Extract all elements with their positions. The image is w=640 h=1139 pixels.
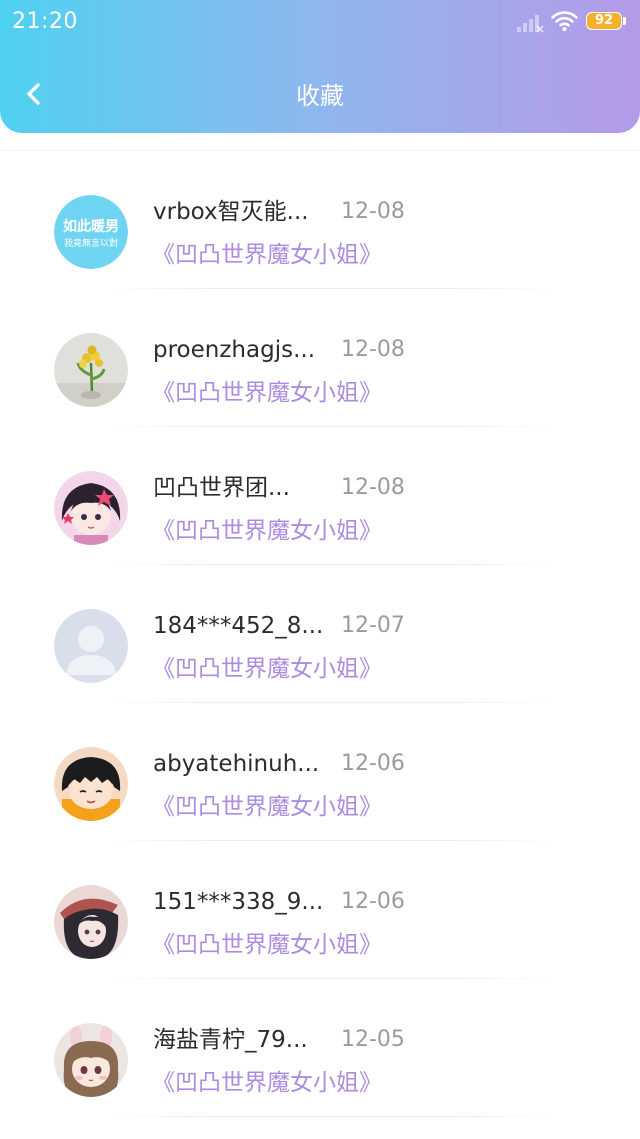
- item-date: 12-08: [341, 337, 405, 362]
- item-title[interactable]: 《凹凸世界魔女小姐》: [152, 790, 382, 824]
- avatar[interactable]: [54, 609, 128, 683]
- favorite-item[interactable]: 151***338_9... 12-06 《凹凸世界魔女小姐》: [0, 841, 640, 979]
- favorite-item[interactable]: 海盐青柠_79... 12-05 《凹凸世界魔女小姐》: [0, 979, 640, 1117]
- signal-icon: [517, 15, 544, 33]
- item-name: 184***452_8...: [153, 613, 324, 639]
- anime-girl-icon: [54, 471, 128, 545]
- avatar-text-top: 如此暖男: [63, 218, 119, 235]
- item-date: 12-08: [341, 475, 405, 500]
- item-name: proenzhagjs...: [153, 337, 315, 363]
- flower-icon: [54, 333, 128, 407]
- item-name: 海盐青柠_79...: [153, 1027, 308, 1053]
- item-date: 12-06: [341, 751, 405, 776]
- avatar[interactable]: [54, 747, 128, 821]
- status-time: 21:20: [12, 9, 78, 34]
- item-title[interactable]: 《凹凸世界魔女小姐》: [152, 514, 382, 548]
- item-date: 12-06: [341, 889, 405, 914]
- item-name: abyatehinuh...: [153, 751, 320, 777]
- favorites-list: 如此暖男 我竟無言以對 vrbox智灭能... 12-08 《凹凸世界魔女小姐》: [0, 150, 640, 1139]
- favorite-item[interactable]: 凹凸世界团... 12-08 《凹凸世界魔女小姐》: [0, 427, 640, 565]
- anime-bunny-icon: [54, 1023, 128, 1097]
- item-title[interactable]: 《凹凸世界魔女小姐》: [152, 238, 382, 272]
- avatar[interactable]: [54, 1023, 128, 1097]
- avatar[interactable]: 如此暖男 我竟無言以對: [54, 195, 128, 269]
- default-user-icon: [54, 609, 128, 683]
- divider: [100, 1116, 560, 1117]
- item-title[interactable]: 《凹凸世界魔女小姐》: [152, 652, 382, 686]
- cartoon-girl-icon: [54, 747, 128, 821]
- item-title[interactable]: 《凹凸世界魔女小姐》: [152, 376, 382, 410]
- item-name: 凹凸世界团...: [153, 475, 290, 501]
- avatar[interactable]: [54, 885, 128, 959]
- favorite-item[interactable]: 如此暖男 我竟無言以對 vrbox智灭能... 12-08 《凹凸世界魔女小姐》: [0, 151, 640, 289]
- battery-level: 92: [594, 13, 614, 28]
- item-date: 12-08: [341, 199, 405, 224]
- avatar[interactable]: [54, 471, 128, 545]
- item-name: vrbox智灭能...: [153, 199, 309, 225]
- battery-icon: 92: [586, 12, 628, 32]
- favorite-item[interactable]: abyatehinuh... 12-06 《凹凸世界魔女小姐》: [0, 703, 640, 841]
- favorite-item[interactable]: proenzhagjs... 12-08 《凹凸世界魔女小姐》: [0, 289, 640, 427]
- anime-hat-icon: [54, 885, 128, 959]
- avatar-text-logo-icon: 如此暖男 我竟無言以對: [54, 195, 128, 269]
- app-header: 21:20 92 收藏: [0, 0, 640, 133]
- page-title: 收藏: [296, 82, 344, 110]
- avatar-text-bottom: 我竟無言以對: [64, 237, 118, 249]
- item-name: 151***338_9...: [153, 889, 324, 915]
- item-date: 12-05: [341, 1027, 405, 1052]
- item-date: 12-07: [341, 613, 405, 638]
- avatar[interactable]: [54, 333, 128, 407]
- wifi-icon: [551, 11, 578, 31]
- item-title[interactable]: 《凹凸世界魔女小姐》: [152, 1066, 382, 1100]
- status-bar: 21:20 92: [0, 0, 640, 46]
- favorite-item[interactable]: 184***452_8... 12-07 《凹凸世界魔女小姐》: [0, 565, 640, 703]
- item-title[interactable]: 《凹凸世界魔女小姐》: [152, 928, 382, 962]
